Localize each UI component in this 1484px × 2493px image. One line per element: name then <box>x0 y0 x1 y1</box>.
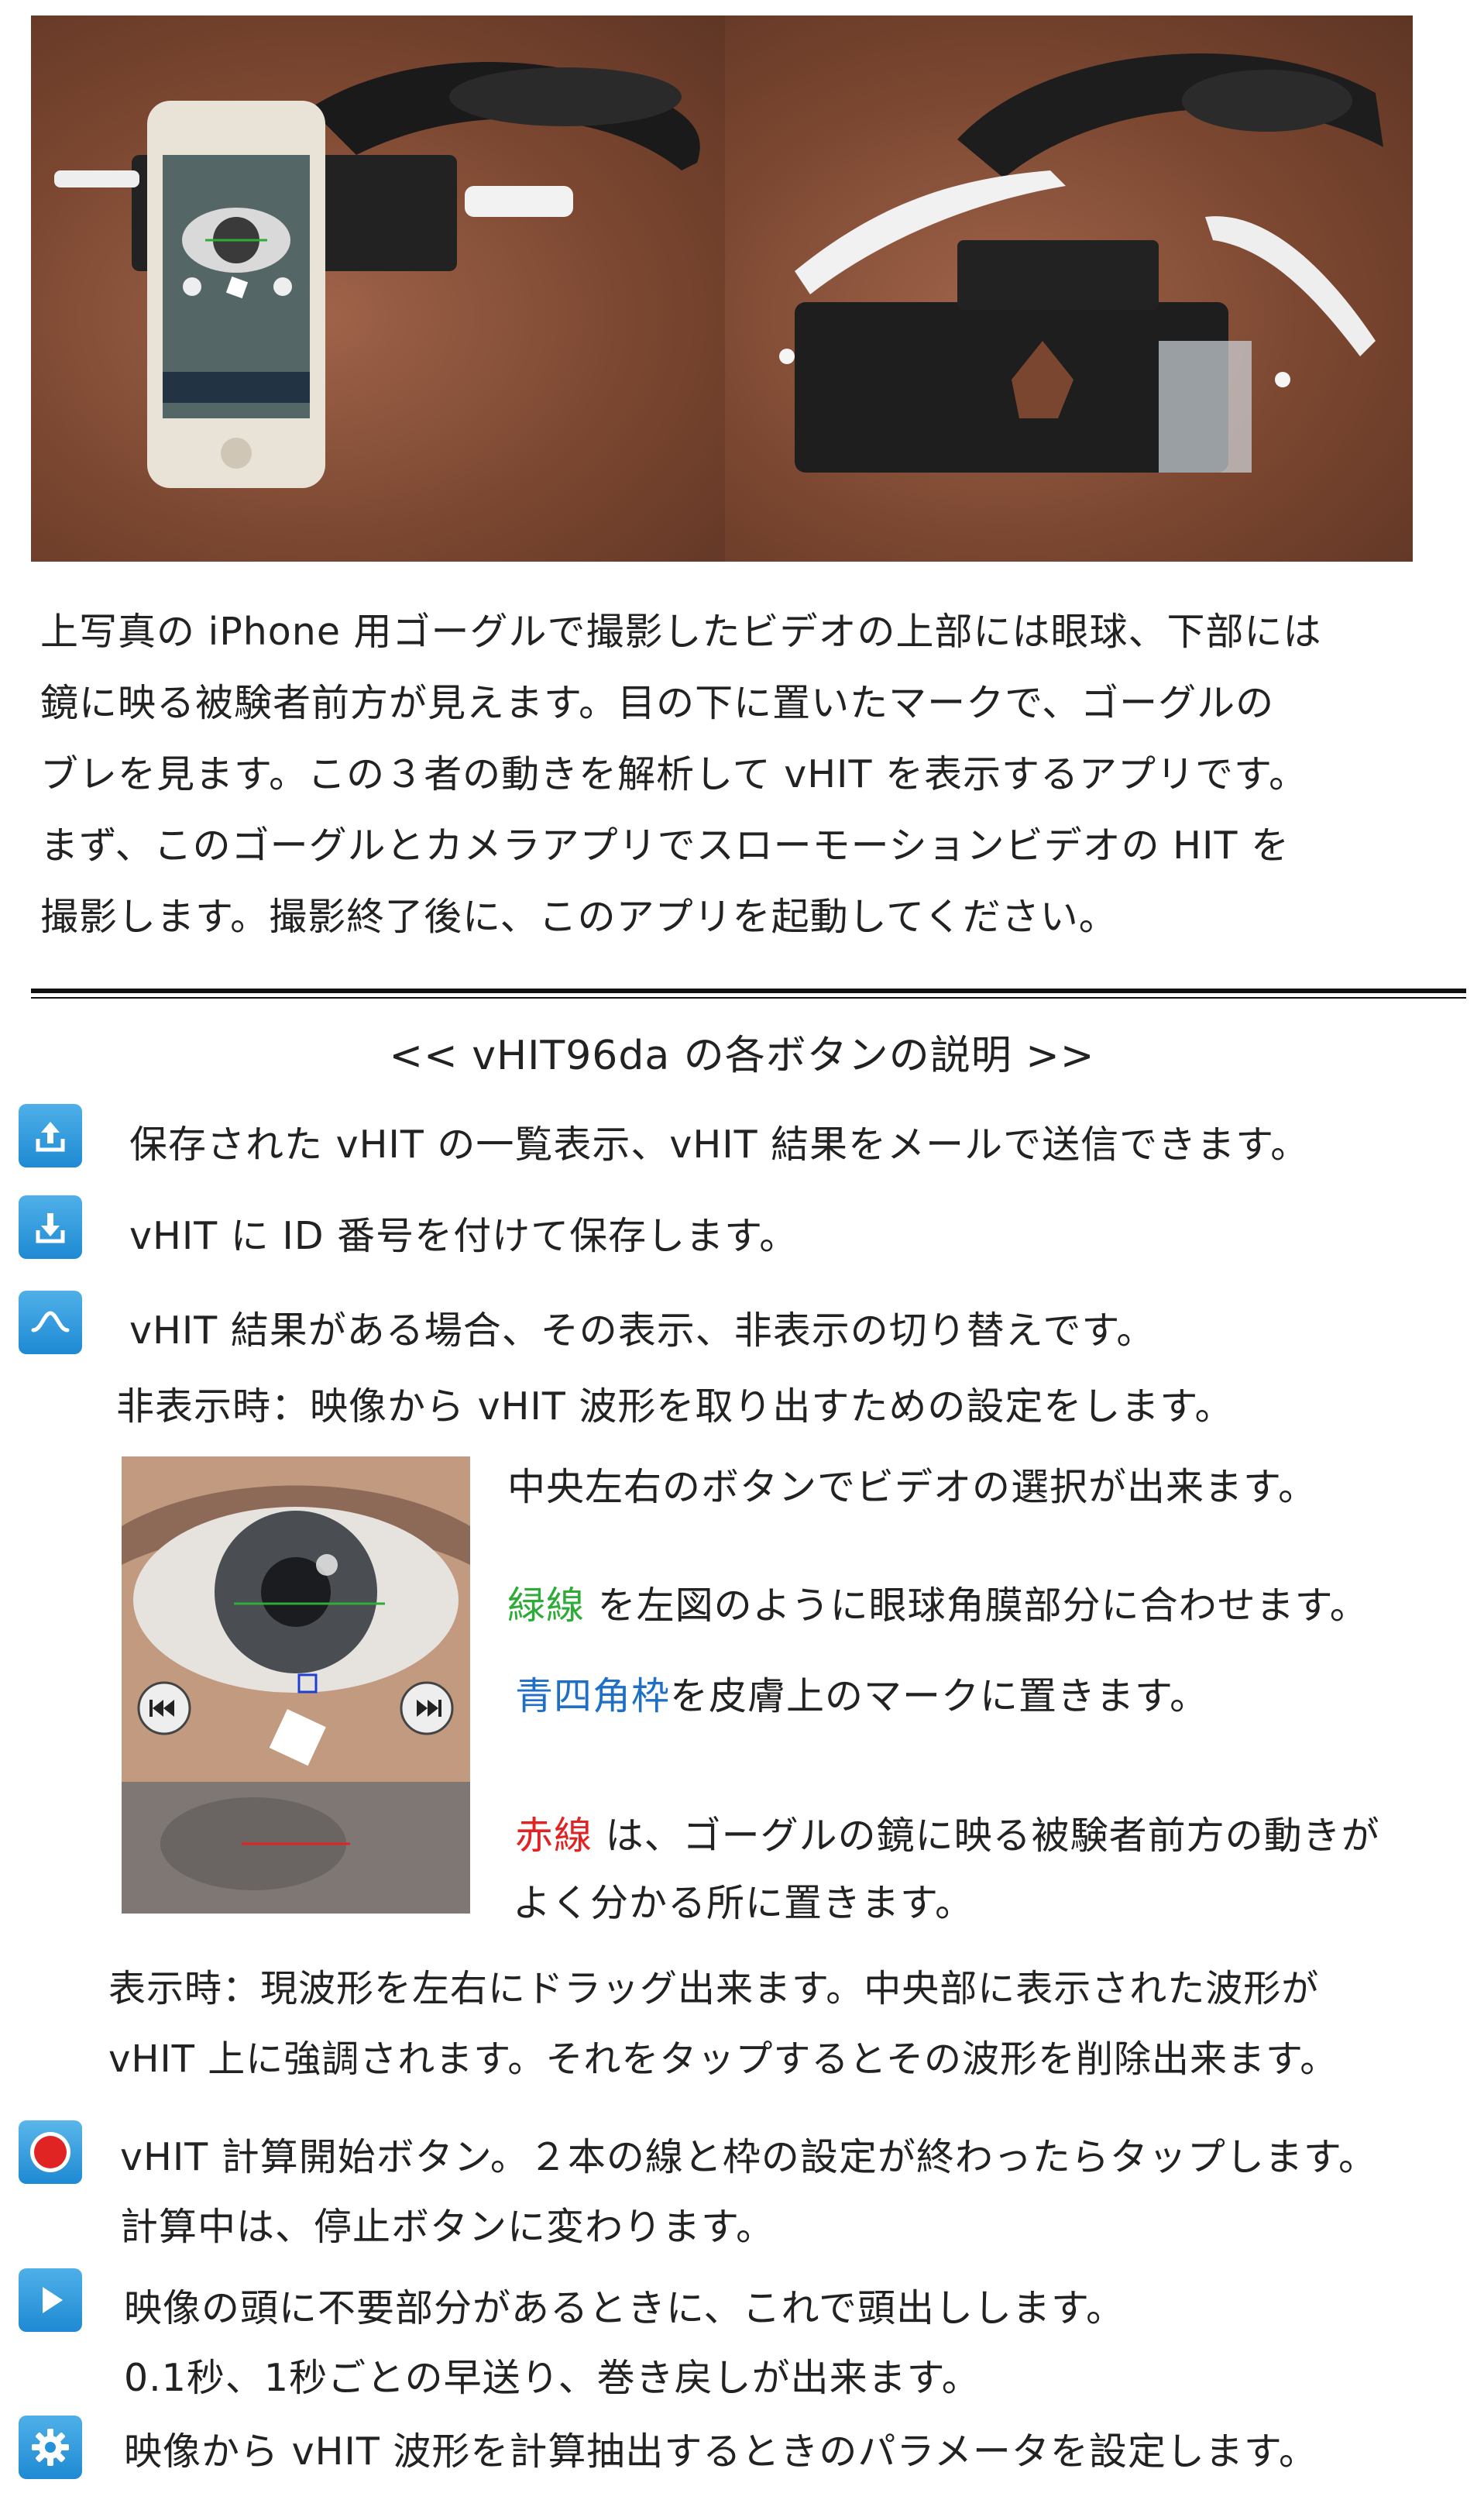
eye-setting-image <box>122 1456 470 1914</box>
record-description-1: vHIT 計算開始ボタン。２本の線と枠の設定が終わったらタップします。 <box>120 2135 1377 2179</box>
goggle-photo-side <box>725 15 1413 562</box>
intro-paragraph: 上写真の iPhone 用ゴーグルで撮影したビデオの上部には眼球、下部には 鏡に… <box>40 597 1450 953</box>
divider <box>31 989 1466 993</box>
wave-icon <box>31 1311 70 1332</box>
blue-label: 青四角枠 <box>515 1674 671 1718</box>
section-heading: << vHIT96da の各ボタンの説明 >> <box>389 1033 1095 1079</box>
green-note: 緑線 を左図のように眼球角膜部分に合わせます。 <box>507 1575 1369 1630</box>
wave-hidden-description: 非表示時：映像から vHIT 波形を取り出すための設定をします。 <box>116 1384 1234 1429</box>
play-icon <box>43 2287 63 2313</box>
goggle-photo-front <box>31 15 736 562</box>
record-description-2: 計算中は、停止ボタンに変わります。 <box>120 2205 775 2249</box>
intro-line-2: 鏡に映る被験者前方が見えます。目の下に置いたマークで、ゴーグルの <box>40 681 1275 725</box>
record-icon <box>30 2132 70 2172</box>
download-icon <box>36 1213 65 1243</box>
intro-line-3: ブレを見ます。この３者の動きを解析して vHIT を表示するアプリです。 <box>40 752 1308 796</box>
wave-toggle-button[interactable] <box>19 1291 82 1354</box>
wave-description: vHIT 結果がある場合、その表示、非表示の切り替えです。 <box>129 1308 1156 1353</box>
intro-line-1: 上写真の iPhone 用ゴーグルで撮影したビデオの上部には眼球、下部には <box>40 610 1322 654</box>
blue-note: 青四角枠を皮膚上のマークに置きます。 <box>515 1666 1208 1721</box>
upload-icon <box>36 1122 65 1152</box>
gear-icon <box>32 2429 69 2466</box>
settings-description-1: 映像から vHIT 波形を計算抽出するときのパラメータを設定します。 <box>124 2429 1318 2474</box>
blue-text: を皮膚上のマークに置きます。 <box>670 1674 1209 1718</box>
green-text: を左図のように眼球角膜部分に合わせます。 <box>585 1583 1369 1628</box>
settings-button[interactable] <box>19 2416 82 2479</box>
select-note: 中央左右のボタンでビデオの選択が出来ます。 <box>507 1465 1317 1509</box>
display-mode-line-1: 表示時：現波形を左右にドラッグ出来ます。中央部に表示された波形が <box>108 1967 1320 2010</box>
upload-description: 保存された vHIT の一覧表示、vHIT 結果をメールで送信できます。 <box>129 1123 1310 1167</box>
play-description-2: 0.1秒、1秒ごとの早送り、巻き戻しが出来ます。 <box>124 2356 981 2400</box>
green-label: 緑線 <box>507 1583 586 1628</box>
red-text: は、ゴーグルの鏡に映る被験者前方の動きが <box>593 1814 1380 1858</box>
red-note-2: よく分かる所に置きます。 <box>513 1881 974 1925</box>
record-button[interactable] <box>19 2120 82 2184</box>
upload-button[interactable] <box>19 1104 82 1167</box>
intro-line-5: 撮影します。撮影終了後に、このアプリを起動してください。 <box>40 895 1118 939</box>
red-label: 赤線 <box>515 1814 593 1858</box>
red-note: 赤線 は、ゴーグルの鏡に映る被験者前方の動きが <box>515 1805 1380 1860</box>
play-button[interactable] <box>19 2268 82 2332</box>
play-description-1: 映像の頭に不要部分があるときに、これで頭出しします。 <box>124 2286 1125 2330</box>
download-button[interactable] <box>19 1195 82 1259</box>
display-mode-line-2: vHIT 上に強調されます。それをタップするとその波形を削除出来ます。 <box>108 2037 1338 2081</box>
intro-line-4: まず、このゴーグルとカメラアプリでスローモーションビデオの HIT を <box>40 824 1290 868</box>
divider-thin <box>31 997 1466 999</box>
download-description: vHIT に ID 番号を付けて保存します。 <box>129 1214 799 1258</box>
